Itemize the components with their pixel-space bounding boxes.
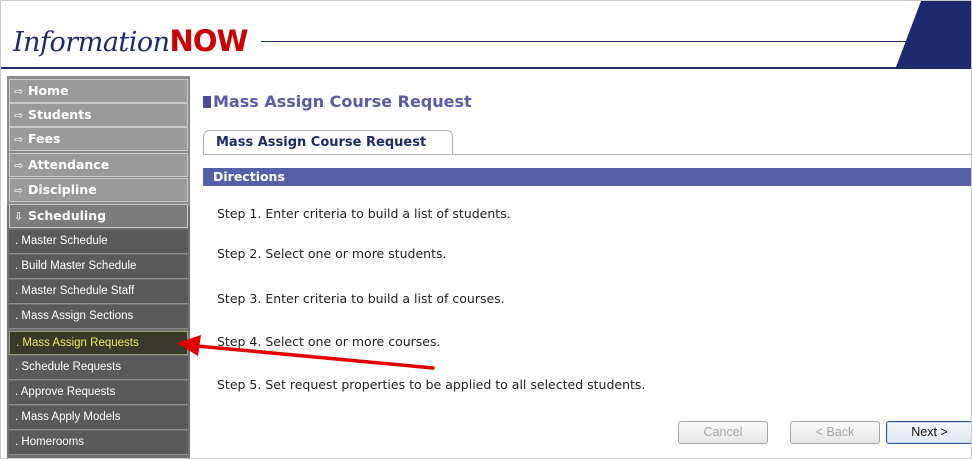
right-arrow-icon: ⇨ [14, 184, 24, 197]
sidebar-subitem-mass-assign-sections[interactable]: . Mass Assign Sections [9, 305, 188, 329]
directions-header: Directions [203, 168, 971, 186]
sidebar-subitem-mass-apply-models[interactable]: . Mass Apply Models [9, 406, 188, 430]
sidebar-item-label: Discipline [28, 182, 97, 197]
header: InformationNOW [1, 1, 971, 71]
step-5-text: Step 5. Set request properties to be app… [217, 377, 646, 392]
page-title-text: Mass Assign Course Request [213, 92, 472, 111]
sidebar-item-label: Home [28, 83, 69, 98]
back-button[interactable]: < Back [790, 421, 880, 444]
sidebar-subitem-build-master-schedule[interactable]: . Build Master Schedule [9, 255, 188, 279]
sidebar-subitem-master-schedule[interactable]: . Master Schedule [9, 230, 188, 254]
sidebar-subitem-master-schedule-staff[interactable]: . Master Schedule Staff [9, 280, 188, 304]
sidebar-item-discipline[interactable]: ⇨ Discipline [9, 178, 188, 202]
tab-label: Mass Assign Course Request [216, 135, 427, 150]
sidebar-item-label: Scheduling [28, 208, 107, 223]
right-arrow-icon: ⇨ [14, 159, 24, 172]
app-window: InformationNOW ⇨ Home ⇨ Students ⇨ Fees ⇨ At… [0, 0, 972, 459]
step-3-text: Step 3. Enter criteria to build a list o… [217, 291, 505, 306]
sidebar-subitem-schedule-requests[interactable]: . Schedule Requests [9, 356, 188, 380]
header-stripe-graphic [896, 1, 971, 67]
tab-underline [203, 154, 971, 155]
sidebar-item-label: Fees [28, 131, 61, 146]
page-title: Mass Assign Course Request [203, 92, 472, 111]
sidebar-item-fees[interactable]: ⇨ Fees [9, 127, 188, 151]
right-arrow-icon: ⇨ [14, 133, 24, 146]
cancel-button[interactable]: Cancel [678, 421, 768, 444]
sidebar-subitem-mass-assign-requests[interactable]: . Mass Assign Requests [9, 331, 188, 355]
sidebar-item-students[interactable]: ⇨ Students [9, 103, 188, 127]
sidebar-item-label: Attendance [28, 157, 110, 172]
step-4-text: Step 4. Select one or more courses. [217, 334, 441, 349]
sidebar-subitem-approve-requests[interactable]: . Approve Requests [9, 381, 188, 405]
down-arrow-icon: ⇩ [14, 210, 24, 223]
sidebar-subitem-homerooms[interactable]: . Homerooms [9, 431, 188, 455]
title-marker-icon [203, 96, 211, 108]
sidebar-item-scheduling[interactable]: ⇩ Scheduling [9, 204, 188, 228]
next-button[interactable]: Next > [886, 421, 971, 444]
right-arrow-icon: ⇨ [14, 85, 24, 98]
step-1-text: Step 1. Enter criteria to build a list o… [217, 206, 511, 221]
header-bottom-rule [1, 67, 971, 69]
sidebar-item-label: Students [28, 107, 92, 122]
sidebar-item-home[interactable]: ⇨ Home [9, 79, 188, 103]
step-2-text: Step 2. Select one or more students. [217, 246, 447, 261]
sidebar: ⇨ Home ⇨ Students ⇨ Fees ⇨ Attendance ⇨ Disci… [7, 76, 190, 458]
sidebar-item-attendance[interactable]: ⇨ Attendance [9, 153, 188, 177]
right-arrow-icon: ⇨ [14, 109, 24, 122]
